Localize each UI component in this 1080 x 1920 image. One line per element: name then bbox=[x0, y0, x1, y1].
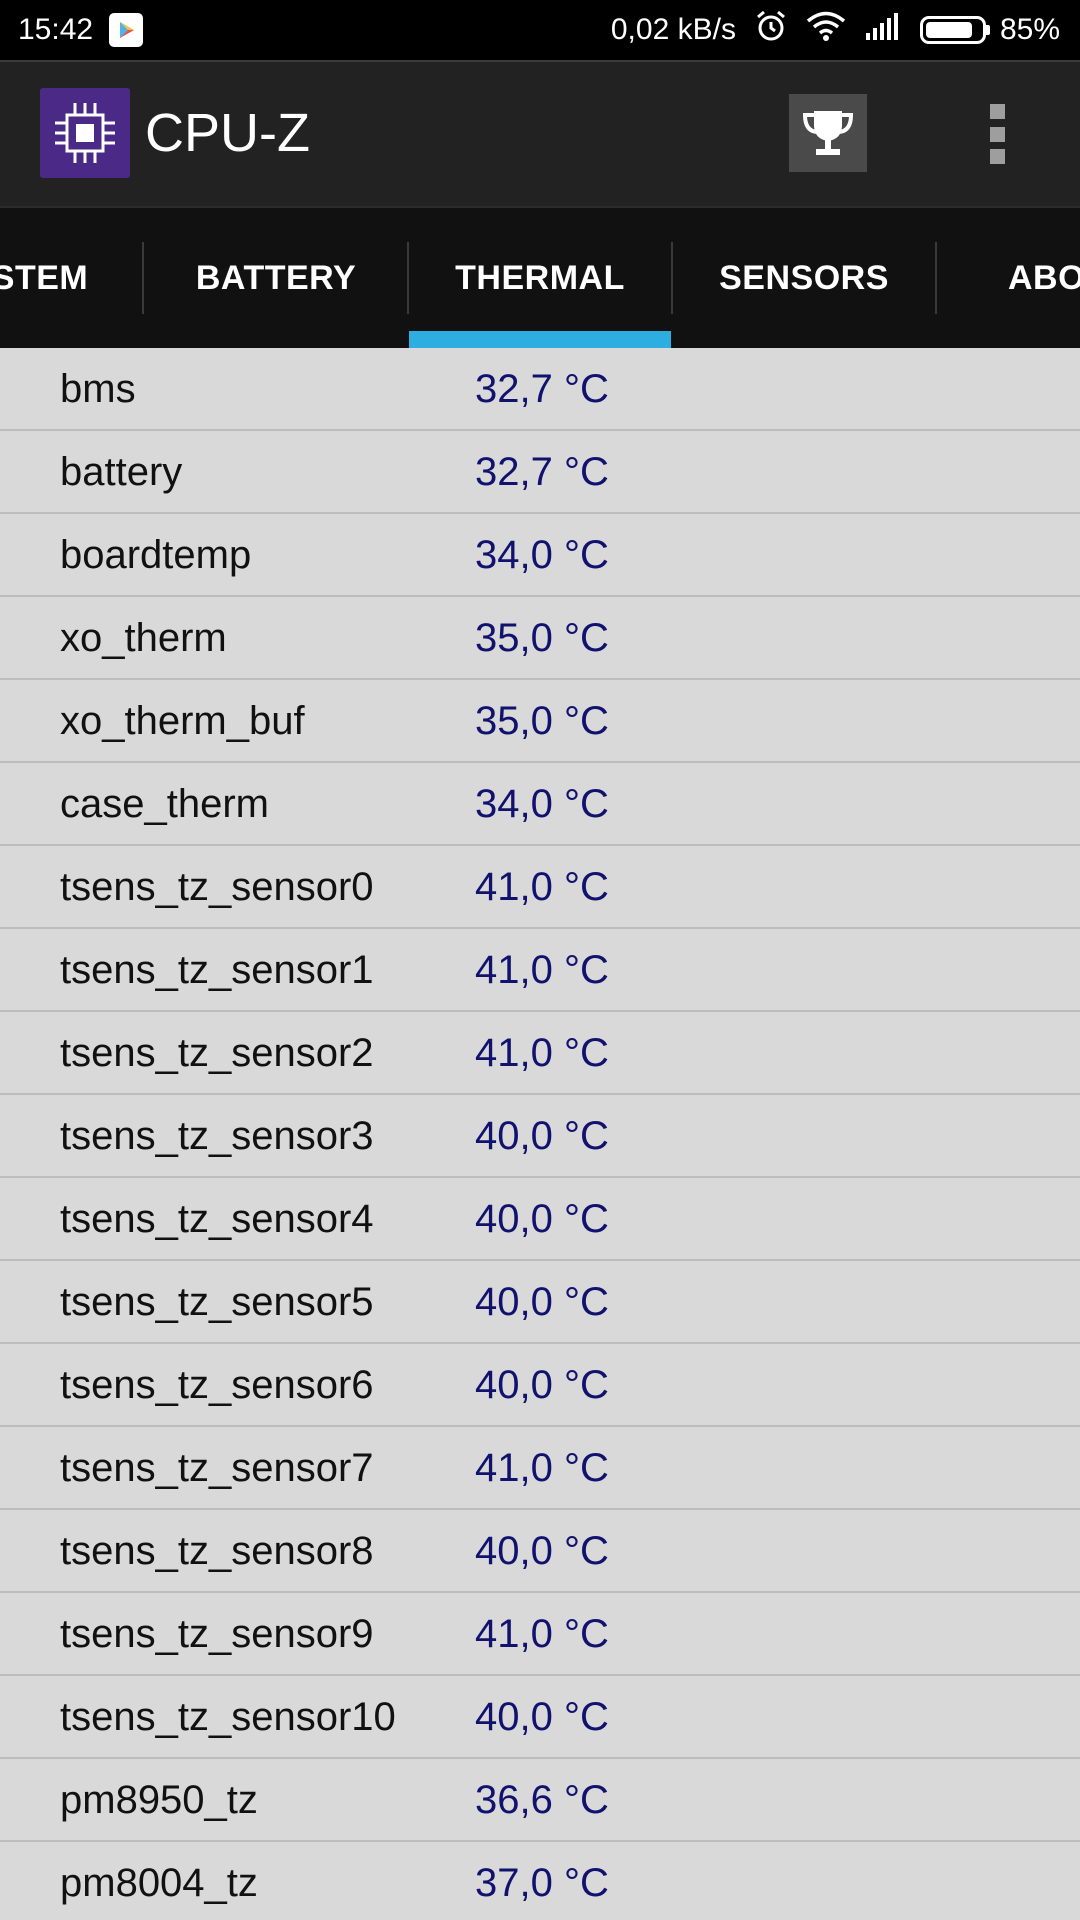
selected-tab-indicator bbox=[409, 331, 671, 348]
sensor-value: 40,0 °C bbox=[475, 1197, 609, 1241]
tab-label: SENSORS bbox=[719, 258, 889, 297]
table-row: pm8950_tz 36,6 °C bbox=[0, 1759, 1080, 1842]
battery-level-fill bbox=[925, 22, 972, 38]
alarm-icon bbox=[754, 9, 788, 51]
sensor-value: 34,0 °C bbox=[475, 533, 609, 577]
table-row: boardtemp 34,0 °C bbox=[0, 514, 1080, 597]
sensor-value: 41,0 °C bbox=[475, 1612, 609, 1656]
table-row: tsens_tz_sensor3 40,0 °C bbox=[0, 1095, 1080, 1178]
network-speed: 0,02 kB/s bbox=[610, 13, 736, 46]
table-row: tsens_tz_sensor0 41,0 °C bbox=[0, 846, 1080, 929]
table-row: xo_therm_buf 35,0 °C bbox=[0, 680, 1080, 763]
sensor-value: 40,0 °C bbox=[475, 1280, 609, 1324]
table-row: tsens_tz_sensor5 40,0 °C bbox=[0, 1261, 1080, 1344]
sensor-value: 35,0 °C bbox=[475, 699, 609, 743]
sensor-value: 40,0 °C bbox=[475, 1529, 609, 1573]
sensor-value: 41,0 °C bbox=[475, 1031, 609, 1075]
tab-label: THERMAL bbox=[455, 258, 625, 297]
cpu-chip-icon bbox=[40, 88, 130, 178]
sensor-value: 35,0 °C bbox=[475, 616, 609, 660]
tab-system[interactable]: STEM bbox=[0, 208, 140, 348]
sensor-name: tsens_tz_sensor5 bbox=[60, 1280, 374, 1324]
sensor-name: tsens_tz_sensor6 bbox=[60, 1363, 374, 1407]
sensor-value: 40,0 °C bbox=[475, 1695, 609, 1739]
sensor-value: 37,0 °C bbox=[475, 1861, 609, 1905]
sensor-name: tsens_tz_sensor2 bbox=[60, 1031, 374, 1075]
table-row: case_therm 34,0 °C bbox=[0, 763, 1080, 846]
thermal-list[interactable]: bms 32,7 °C battery 32,7 °C boardtemp 34,0 °C… bbox=[0, 348, 1080, 1920]
tab-label: STEM bbox=[0, 258, 89, 297]
app-bar: CPU-Z bbox=[0, 60, 1080, 206]
sensor-value: 40,0 °C bbox=[475, 1363, 609, 1407]
table-row: tsens_tz_sensor1 41,0 °C bbox=[0, 929, 1080, 1012]
tab-battery[interactable]: BATTERY bbox=[145, 208, 407, 348]
table-row: tsens_tz_sensor8 40,0 °C bbox=[0, 1510, 1080, 1593]
sensor-name: pm8950_tz bbox=[60, 1778, 258, 1822]
tab-thermal[interactable]: THERMAL bbox=[409, 208, 671, 348]
trophy-icon bbox=[802, 111, 854, 155]
tab-label: ABO bbox=[1008, 258, 1080, 297]
sensor-value: 32,7 °C bbox=[475, 450, 609, 494]
battery-icon bbox=[919, 16, 990, 44]
tab-label: BATTERY bbox=[195, 258, 357, 297]
sensor-name: xo_therm bbox=[60, 616, 227, 660]
sensor-value: 41,0 °C bbox=[475, 948, 609, 992]
sensor-name: xo_therm_buf bbox=[60, 699, 305, 743]
sensor-name: tsens_tz_sensor8 bbox=[60, 1529, 374, 1573]
trophy-button[interactable] bbox=[789, 94, 867, 172]
sensor-name: boardtemp bbox=[60, 533, 252, 577]
table-row: battery 32,7 °C bbox=[0, 431, 1080, 514]
status-left: 15:42 bbox=[18, 13, 159, 47]
sensor-value: 41,0 °C bbox=[475, 1446, 609, 1490]
sensor-value: 41,0 °C bbox=[475, 865, 609, 909]
sensor-name: bms bbox=[60, 367, 136, 411]
table-row: tsens_tz_sensor7 41,0 °C bbox=[0, 1427, 1080, 1510]
sensor-value: 34,0 °C bbox=[475, 782, 609, 826]
play-store-icon bbox=[109, 13, 144, 47]
sensor-name: battery bbox=[60, 450, 183, 494]
tab-about[interactable]: ABO bbox=[1008, 208, 1080, 348]
tab-sensors[interactable]: SENSORS bbox=[673, 208, 935, 348]
wifi-icon bbox=[806, 10, 846, 50]
sensor-name: tsens_tz_sensor3 bbox=[60, 1114, 374, 1158]
sensor-name: case_therm bbox=[60, 782, 269, 826]
tab-divider bbox=[142, 242, 144, 314]
tab-strip: STEM BATTERY THERMAL SENSORS ABO bbox=[0, 206, 1080, 348]
sensor-name: tsens_tz_sensor7 bbox=[60, 1446, 374, 1490]
signal-icon bbox=[864, 11, 902, 49]
app-title: CPU-Z bbox=[145, 103, 310, 163]
table-row: tsens_tz_sensor6 40,0 °C bbox=[0, 1344, 1080, 1427]
battery-percent: 85% bbox=[999, 13, 1060, 46]
status-bar: 15:42 0,02 kB/s 85% bbox=[0, 0, 1080, 60]
sensor-value: 32,7 °C bbox=[475, 367, 609, 411]
sensor-value: 36,6 °C bbox=[475, 1778, 609, 1822]
sensor-name: tsens_tz_sensor10 bbox=[60, 1695, 396, 1739]
tab-divider bbox=[935, 242, 937, 314]
table-row: tsens_tz_sensor4 40,0 °C bbox=[0, 1178, 1080, 1261]
status-right: 0,02 kB/s 85% bbox=[593, 9, 1060, 51]
table-row: pm8004_tz 37,0 °C bbox=[0, 1842, 1080, 1920]
table-row: tsens_tz_sensor2 41,0 °C bbox=[0, 1012, 1080, 1095]
sensor-name: tsens_tz_sensor9 bbox=[60, 1612, 374, 1656]
sensor-name: tsens_tz_sensor0 bbox=[60, 865, 374, 909]
table-row: bms 32,7 °C bbox=[0, 348, 1080, 431]
sensor-name: tsens_tz_sensor1 bbox=[60, 948, 374, 992]
sensor-name: pm8004_tz bbox=[60, 1861, 258, 1905]
table-row: tsens_tz_sensor10 40,0 °C bbox=[0, 1676, 1080, 1759]
table-row: tsens_tz_sensor9 41,0 °C bbox=[0, 1593, 1080, 1676]
status-time: 15:42 bbox=[18, 13, 94, 46]
sensor-value: 40,0 °C bbox=[475, 1114, 609, 1158]
overflow-menu-icon[interactable] bbox=[975, 98, 1019, 170]
table-row: xo_therm 35,0 °C bbox=[0, 597, 1080, 680]
sensor-name: tsens_tz_sensor4 bbox=[60, 1197, 374, 1241]
